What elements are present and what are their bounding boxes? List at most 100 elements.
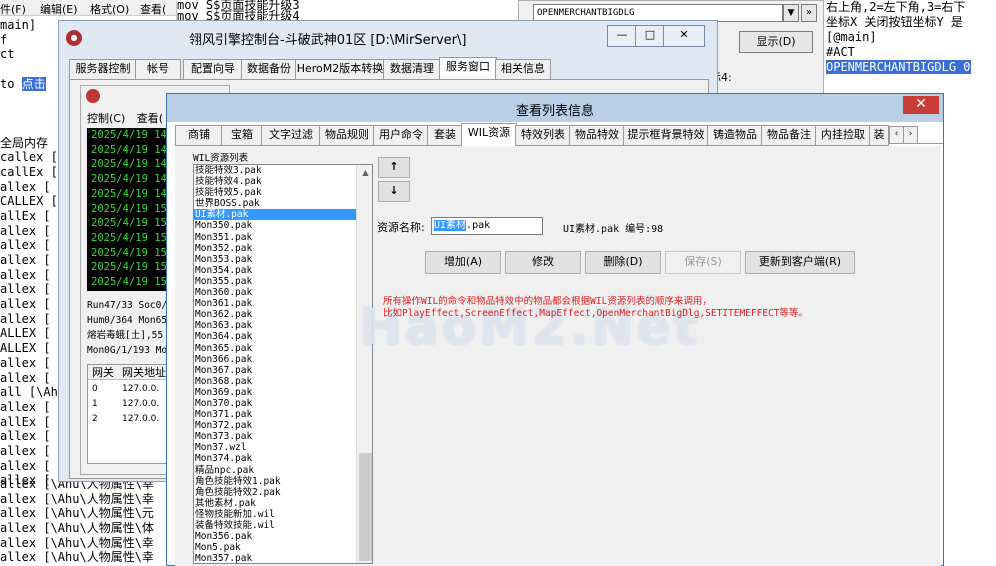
list-item[interactable]: Mon371.pak <box>194 409 372 420</box>
list-item[interactable]: Mon356.pak <box>194 531 372 542</box>
tab-3[interactable]: 物品规则 <box>319 125 375 146</box>
list-item[interactable]: 精品npc.pak <box>194 465 372 476</box>
note-line: 比如PlayEffect,ScreenEffect,MapEffect,Open… <box>383 307 808 319</box>
tab-11[interactable]: 物品备注 <box>761 125 817 146</box>
list-item[interactable]: Mon370.pak <box>194 398 372 409</box>
editor-text-lines-bottom[interactable]: allex [\Ahu\人物属性\幸 allex [\Ahu\人物属性\幸 alle… <box>0 477 176 565</box>
close-button[interactable]: ✕ <box>903 96 939 114</box>
list-item[interactable]: Mon369.pak <box>194 387 372 398</box>
list-item[interactable]: Mon353.pak <box>194 254 372 265</box>
tab-8[interactable]: 物品特效 <box>569 125 625 146</box>
list-item[interactable]: 技能特效5.pak <box>194 187 372 198</box>
menu-view[interactable]: 查看( <box>137 112 163 125</box>
scrollbar-thumb[interactable] <box>359 453 372 561</box>
delete-button[interactable]: 删除(D) <box>585 251 661 274</box>
list-item[interactable]: Mon355.pak <box>194 276 372 287</box>
tab-12[interactable]: 内挂捡取 <box>815 125 871 146</box>
list-item[interactable]: 装备特效技能.wil <box>194 520 372 531</box>
middle-text-editor[interactable]: mov S$页面技能升级3 mov S$页面技能升级4 <box>176 0 518 22</box>
close-button[interactable]: ✕ <box>663 25 705 47</box>
resource-name-input[interactable]: UI素材.pak <box>431 217 543 235</box>
tab-service-window[interactable]: 服务窗口 <box>439 57 497 80</box>
list-item[interactable]: Mon352.pak <box>194 243 372 254</box>
chevron-up-icon[interactable]: ▲ <box>358 166 372 180</box>
list-item[interactable]: Mon354.pak <box>194 265 372 276</box>
console-titlebar[interactable]: ● 翎风引擎控制台-斗破武神01区 [D:\MirServer\] — □ ✕ <box>59 21 717 55</box>
maximize-button[interactable]: □ <box>635 25 665 47</box>
tab-10[interactable]: 铸造物品 <box>707 125 763 146</box>
chevron-left-icon[interactable]: ‹ <box>889 126 904 144</box>
list-item[interactable]: 怪物技能新加.wil <box>194 509 372 520</box>
list-item[interactable]: Mon363.pak <box>194 320 372 331</box>
tab-5[interactable]: 套装 <box>427 125 463 146</box>
list-item[interactable]: UI素材.pak <box>194 209 372 221</box>
list-item[interactable]: Mon374.pak <box>194 453 372 464</box>
tab-1[interactable]: 宝箱 <box>221 125 263 146</box>
menu-control[interactable]: 控制(C) <box>87 112 125 125</box>
menu-format[interactable]: 格式(O) <box>90 1 129 17</box>
move-down-button[interactable]: ↓ <box>378 181 410 202</box>
tab-account[interactable]: 帐号 <box>135 59 181 79</box>
tab-6[interactable]: WIL资源 <box>461 123 517 147</box>
list-item[interactable]: Mon373.pak <box>194 431 372 442</box>
editor-line: all [\Ah <box>0 385 58 400</box>
menu-edit[interactable]: 编辑(E) <box>40 1 78 17</box>
list-item[interactable]: Mon366.pak <box>194 354 372 365</box>
dialog-titlebar[interactable]: 查看列表信息 ✕ <box>167 94 943 122</box>
tab-data-cleanup[interactable]: 数据清理 <box>383 59 441 79</box>
column-header[interactable]: 网关 <box>92 365 114 380</box>
list-item[interactable]: Mon364.pak <box>194 331 372 342</box>
list-scrollbar[interactable]: ▲ <box>356 165 372 563</box>
tab-server-control[interactable]: 服务器控制 <box>69 59 137 79</box>
menu-view[interactable]: 查看( <box>140 1 166 17</box>
show-button[interactable]: 显示(D) <box>739 31 813 53</box>
list-item[interactable]: Mon361.pak <box>194 298 372 309</box>
list-item[interactable]: Mon350.pak <box>194 220 372 231</box>
tab-config-wizard[interactable]: 配置向导 <box>183 59 243 79</box>
list-item[interactable]: 角色技能特效1.pak <box>194 476 372 487</box>
column-header[interactable]: 网关地址 <box>122 365 166 380</box>
editor-line: 全局内存 <box>0 135 49 150</box>
update-client-button[interactable]: 更新到客户端(R) <box>745 251 855 274</box>
list-item[interactable]: Mon37.wzl <box>194 442 372 453</box>
tab-0[interactable]: 商铺 <box>175 125 223 146</box>
list-item[interactable]: Mon362.pak <box>194 309 372 320</box>
list-item[interactable]: Mon5.pak <box>194 542 372 553</box>
tab-2[interactable]: 文字过滤 <box>261 125 321 146</box>
list-item[interactable]: 技能特效3.pak <box>194 165 372 176</box>
list-item[interactable]: Mon367.pak <box>194 365 372 376</box>
list-item[interactable]: Mon360.pak <box>194 287 372 298</box>
edit-button[interactable]: 修改 <box>505 251 581 274</box>
save-button[interactable]: 保存(S) <box>665 251 741 274</box>
tab-herom2-convert[interactable]: HeroM2版本转换 <box>295 59 385 79</box>
tab-7[interactable]: 特效列表 <box>515 125 571 146</box>
tab-9[interactable]: 提示框背景特效 <box>623 125 709 146</box>
editor-line: callex [ <box>0 150 58 165</box>
list-item[interactable]: 角色技能特效2.pak <box>194 487 372 498</box>
list-item[interactable]: 技能特效4.pak <box>194 176 372 187</box>
list-item[interactable]: Mon365.pak <box>194 343 372 354</box>
add-button[interactable]: 增加(A) <box>425 251 501 274</box>
tab-related-info[interactable]: 相关信息 <box>495 59 551 79</box>
wil-resource-list[interactable]: 技能特效3.pak 技能特效4.pak 技能特效5.pak 世界BOSS.pak UI素… <box>193 164 373 564</box>
editor-line: OPENMERCHANTBIGDLG 0 <box>826 60 996 75</box>
tab-4[interactable]: 用户命令 <box>373 125 429 146</box>
list-item[interactable]: Mon357.pak <box>194 553 372 563</box>
minimize-button[interactable]: — <box>607 25 637 47</box>
list-item[interactable]: Mon351.pak <box>194 232 372 243</box>
chevron-right-icon[interactable]: › <box>903 126 918 144</box>
insert-button[interactable]: » <box>801 4 817 22</box>
move-up-button[interactable]: ↑ <box>378 157 410 178</box>
list-item[interactable]: 世界BOSS.pak <box>194 198 372 209</box>
list-item[interactable]: Mon368.pak <box>194 376 372 387</box>
list-item[interactable]: 其他素材.pak <box>194 498 372 509</box>
list-item[interactable]: Mon372.pak <box>194 420 372 431</box>
editor-menubar: 件(F) 编辑(E) 格式(O) 查看( <box>0 0 176 16</box>
chevron-down-icon[interactable]: ▼ <box>783 4 799 22</box>
editor-text-lines[interactable]: main] f ct to 点击 全局内存 callex [callEx [allex [… <box>0 18 62 488</box>
menu-file[interactable]: 件(F) <box>0 1 26 17</box>
tab-data-backup[interactable]: 数据备份 <box>241 59 297 79</box>
app-logo-icon: ● <box>66 30 82 46</box>
tab-13[interactable]: 装 <box>869 125 889 146</box>
